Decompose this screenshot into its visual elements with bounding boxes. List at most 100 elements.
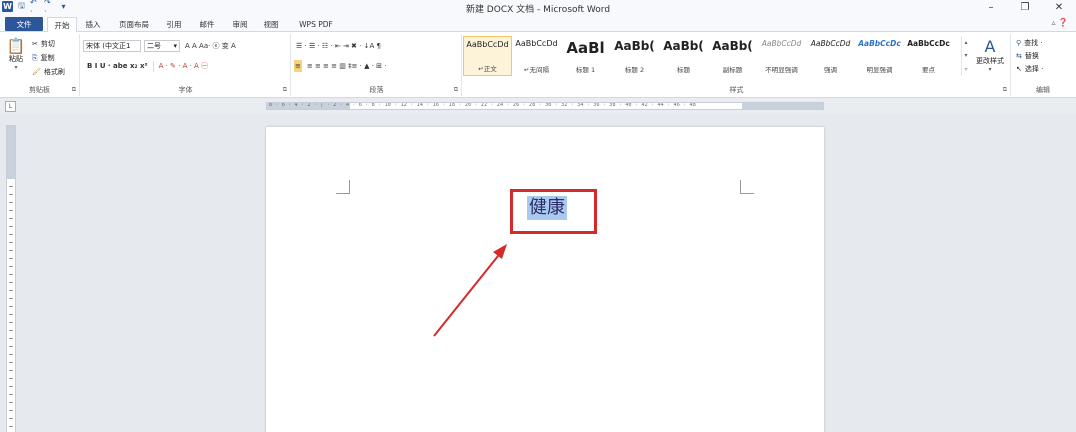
paragraph-launcher-icon[interactable]: ⧉	[454, 86, 458, 94]
tab-page-layout[interactable]: 页面布局	[112, 17, 156, 31]
ruler-tick	[9, 202, 13, 203]
list-indent-tools[interactable]: ☰ · ☰ · ☷ · ⇤ ⇥ ✖ · ↓A ¶	[294, 40, 383, 52]
cut-label: 剪切	[40, 40, 55, 48]
paste-button[interactable]: 📋 粘贴 ▾	[6, 38, 26, 71]
ruler-tick	[9, 242, 13, 243]
horizontal-ruler[interactable]: 8 · 6 · 4 · 2 · | · 2 · 4 · 6 · 8 · 10 ·…	[266, 102, 824, 110]
font-size-combo[interactable]: 二号 ▾	[144, 40, 180, 52]
binoculars-icon: ⚲	[1016, 39, 1022, 47]
style-name: 强调	[824, 66, 837, 74]
ruler-tick	[9, 378, 13, 379]
ruler-bar: L 8 · 6 · 4 · 2 · | · 2 · 4 · 6 · 8 · 10…	[0, 98, 1076, 114]
style-subtitle[interactable]: AaBb( 副标题	[708, 36, 757, 76]
ruler-tick	[9, 210, 13, 211]
style-heading-2[interactable]: AaBb( 标题 2	[610, 36, 659, 76]
ruler-tick	[9, 322, 13, 323]
tab-selector[interactable]: L	[5, 101, 16, 112]
ruler-tick	[9, 362, 13, 363]
styles-gallery: AaBbCcDd ↵正文 AaBbCcDd ↵无间隔 AaBl 标题 1 AaB…	[463, 36, 961, 76]
style-emphasis[interactable]: AaBbCcDd 强调	[806, 36, 855, 76]
copy-label: 复制	[40, 54, 55, 62]
styles-group-label: 样式	[729, 86, 744, 94]
select-button[interactable]: ↖ 选择 ·	[1016, 64, 1043, 74]
style-strong[interactable]: AaBbCcDc 要点	[904, 36, 953, 76]
tab-references[interactable]: 引用	[161, 17, 187, 31]
ruler-tick	[9, 250, 13, 251]
close-button[interactable]: ✕	[1042, 0, 1076, 15]
tab-review[interactable]: 审阅	[227, 17, 253, 31]
chevron-down-icon[interactable]: ▾	[964, 52, 967, 59]
style-subtle-emphasis[interactable]: AaBbCcDd 不明显强调	[757, 36, 806, 76]
styles-launcher-icon[interactable]: ⧉	[1003, 86, 1007, 94]
style-sample: AaBbCcDc	[858, 39, 901, 48]
ruler-tick	[9, 282, 13, 283]
text-format-tools[interactable]: B I U · abe x₂ x²	[85, 60, 150, 72]
style-no-spacing[interactable]: AaBbCcDd ↵无间隔	[512, 36, 561, 76]
ruler-tick	[9, 338, 13, 339]
style-heading-1[interactable]: AaBl 标题 1	[561, 36, 610, 76]
tab-file[interactable]: 文件	[5, 17, 43, 31]
cut-button[interactable]: ✂ 剪切	[32, 39, 55, 49]
vertical-ruler[interactable]	[6, 125, 16, 432]
brush-icon: 🖌	[32, 68, 41, 76]
tab-view[interactable]: 视图	[258, 17, 284, 31]
font-size-tools[interactable]: A A Aa· ⓔ 变 A	[183, 40, 238, 52]
align-center-button[interactable]: ≡	[294, 60, 302, 72]
change-styles-label: 更改样式	[976, 57, 1004, 65]
editing-group: ⚲ 查找 · ⇆ 替换 ↖ 选择 · 编辑	[1012, 34, 1074, 96]
style-name: 要点	[922, 66, 935, 74]
ruler-tick	[9, 314, 13, 315]
replace-label: 替换	[1024, 52, 1039, 60]
style-name: 不明显强调	[765, 66, 798, 74]
gallery-scroll[interactable]: ▴ ▾ ▿	[961, 36, 970, 76]
clipboard-group: 📋 粘贴 ▾ ✂ 剪切 ⎘ 复制 🖌 格式刷 剪贴板 ⧉	[0, 34, 80, 96]
clipboard-launcher-icon[interactable]: ⧉	[72, 86, 76, 94]
ruler-tick	[9, 394, 13, 395]
ruler-tick	[9, 194, 13, 195]
style-normal[interactable]: AaBbCcDd ↵正文	[463, 36, 512, 76]
ruler-tick	[9, 290, 13, 291]
ruler-tick	[9, 370, 13, 371]
ruler-tick	[9, 226, 13, 227]
cursor-icon: ↖	[1016, 65, 1022, 73]
font-group: 宋体 (中文正1 二号 ▾ A A Aa· ⓔ 变 A B I U · abe x…	[81, 34, 291, 96]
restore-button[interactable]: ❐	[1008, 0, 1042, 15]
alignment-tools[interactable]: ≡ ≡ ≡ ≡ ▥ ‡≡ · ▲ · ⊞ ·	[305, 60, 389, 72]
tab-mailings[interactable]: 邮件	[194, 17, 220, 31]
ribbon: 📋 粘贴 ▾ ✂ 剪切 ⎘ 复制 🖌 格式刷 剪贴板 ⧉ 宋体 (中文正1 二号 ▾ A…	[0, 32, 1076, 98]
font-name-combo[interactable]: 宋体 (中文正1	[83, 40, 141, 52]
chevron-up-icon[interactable]: ▴	[964, 39, 967, 46]
ruler-tick	[9, 418, 13, 419]
find-button[interactable]: ⚲ 查找 ·	[1016, 38, 1043, 48]
ruler-tick	[9, 410, 13, 411]
replace-button[interactable]: ⇆ 替换	[1016, 51, 1039, 61]
ruler-right-margin	[742, 103, 823, 109]
ruler-tick	[9, 402, 13, 403]
margin-mark-top-right	[740, 180, 754, 194]
style-sample: AaBl	[566, 39, 605, 57]
ruler-tick	[9, 354, 13, 355]
ribbon-tabs: 文件 开始 插入 页面布局 引用 邮件 审阅 视图 WPS PDF ▵ ❓	[0, 15, 1076, 33]
format-painter-button[interactable]: 🖌 格式刷	[32, 67, 65, 77]
paste-dropdown-icon: ▾	[14, 64, 18, 71]
more-styles-icon[interactable]: ▿	[964, 66, 967, 73]
minimize-button[interactable]: –	[974, 0, 1008, 15]
tab-insert[interactable]: 插入	[80, 17, 106, 31]
tab-wps-pdf[interactable]: WPS PDF	[292, 17, 340, 31]
style-name: ↵正文	[478, 65, 497, 73]
change-styles-button[interactable]: A 更改样式 ▾	[971, 38, 1009, 74]
ruler-tick	[9, 298, 13, 299]
style-intense-emphasis[interactable]: AaBbCcDc 明显强调	[855, 36, 904, 76]
font-group-label: 字体	[178, 86, 193, 94]
copy-button[interactable]: ⎘ 复制	[32, 53, 55, 63]
ribbon-help-icons[interactable]: ▵ ❓	[1051, 18, 1068, 27]
ruler-tick	[9, 346, 13, 347]
style-sample: AaBbCcDc	[907, 39, 950, 48]
font-color-tools[interactable]: A · ✎ · A · A ㊀	[157, 60, 210, 72]
tab-home[interactable]: 开始	[47, 17, 77, 33]
ruler-tick	[9, 386, 13, 387]
style-sample: AaBbCcDd	[515, 39, 558, 48]
document-page[interactable]: 健康	[266, 127, 824, 432]
font-launcher-icon[interactable]: ⧉	[283, 86, 287, 94]
style-title[interactable]: AaBb( 标题	[659, 36, 708, 76]
